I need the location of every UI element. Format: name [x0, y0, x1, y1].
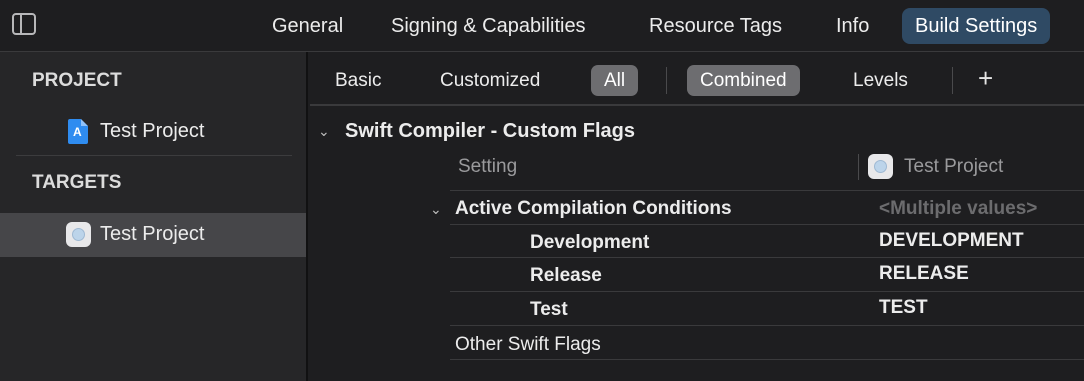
filter-all[interactable]: All — [591, 65, 639, 96]
chevron-down-icon[interactable]: ⌄ — [318, 123, 330, 140]
settings-group-title[interactable]: Swift Compiler - Custom Flags — [345, 120, 635, 143]
filter-basic[interactable]: Basic — [322, 65, 394, 96]
tab-general[interactable]: General — [259, 8, 356, 44]
tab-signing-capabilities[interactable]: Signing & Capabilities — [378, 8, 599, 44]
add-setting-button[interactable]: + — [978, 63, 993, 94]
chevron-down-icon[interactable]: ⌄ — [430, 201, 442, 218]
build-settings-filter-bar: Basic Customized All Combined Levels + — [310, 52, 1084, 106]
sidebar-item-label: Test Project — [100, 120, 205, 142]
filter-levels[interactable]: Levels — [840, 65, 921, 96]
row-divider — [450, 325, 1084, 326]
sidebar-toggle-icon[interactable] — [12, 13, 36, 35]
app-target-icon — [66, 222, 91, 247]
row-divider — [450, 359, 1084, 360]
build-settings-table: ⌄ Swift Compiler - Custom Flags Setting … — [310, 106, 1084, 381]
targets-section-heading: TARGETS — [32, 172, 122, 193]
setting-value-release[interactable]: RELEASE — [879, 263, 969, 285]
sidebar-item-project[interactable]: Test Project — [0, 110, 306, 154]
setting-name-active-compilation-conditions[interactable]: Active Compilation Conditions — [455, 198, 732, 220]
project-navigator: PROJECT Test Project TARGETS Test Projec… — [0, 52, 308, 381]
setting-name-other-swift-flags[interactable]: Other Swift Flags — [455, 334, 601, 356]
filter-separator — [666, 67, 667, 94]
setting-name-test[interactable]: Test — [530, 299, 568, 321]
sidebar-divider — [16, 155, 292, 156]
editor-tab-bar: General Signing & Capabilities Resource … — [0, 0, 1084, 52]
sidebar-item-label: Test Project — [100, 223, 205, 245]
setting-value-multiple[interactable]: <Multiple values> — [879, 198, 1037, 220]
column-header-target: Test Project — [904, 156, 1004, 177]
sidebar-item-target[interactable]: Test Project — [0, 213, 306, 257]
project-document-icon — [68, 119, 88, 144]
setting-value-development[interactable]: DEVELOPMENT — [879, 230, 1024, 252]
row-divider — [450, 257, 1084, 258]
tab-resource-tags[interactable]: Resource Tags — [636, 8, 795, 44]
setting-name-release[interactable]: Release — [530, 265, 602, 287]
filter-combined[interactable]: Combined — [687, 65, 800, 96]
column-header-setting: Setting — [458, 156, 518, 177]
column-separator — [858, 154, 859, 180]
row-divider — [450, 291, 1084, 292]
tab-build-settings[interactable]: Build Settings — [902, 8, 1051, 44]
row-divider — [450, 190, 1084, 191]
setting-name-development[interactable]: Development — [530, 232, 649, 254]
tab-info[interactable]: Info — [823, 8, 882, 44]
setting-value-test[interactable]: TEST — [879, 297, 928, 319]
row-divider — [450, 224, 1084, 225]
app-target-icon — [868, 154, 893, 179]
filter-separator — [952, 67, 953, 94]
filter-customized[interactable]: Customized — [427, 65, 553, 96]
project-section-heading: PROJECT — [32, 70, 122, 91]
